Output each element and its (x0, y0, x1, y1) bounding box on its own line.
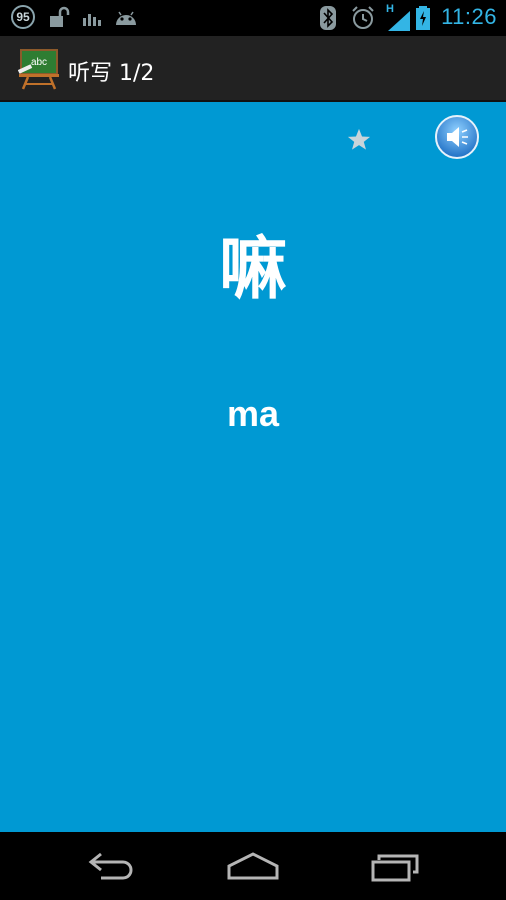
recent-apps-icon[interactable] (365, 848, 425, 884)
signal-icon: H (384, 0, 412, 36)
back-icon[interactable] (83, 848, 143, 884)
status-clock: 11:26 (441, 4, 497, 29)
pinyin-label: ma (226, 393, 280, 434)
android-icon (113, 0, 139, 36)
hanzi-character: 嘛 (218, 230, 287, 309)
flashcard-area: 嘛 ma (0, 102, 506, 832)
unlock-icon (47, 0, 71, 36)
chalkboard-abc-icon[interactable]: abc (17, 48, 60, 90)
bluetooth-icon (319, 0, 337, 36)
chart-icon (82, 0, 102, 36)
notification-count-badge: 95 (11, 5, 35, 29)
home-icon[interactable] (223, 848, 283, 884)
page-title: 听写 1/2 (68, 61, 155, 86)
status-bar: 95 H 11:26 (0, 0, 506, 36)
battery-charging-icon (414, 0, 432, 36)
alarm-icon (350, 0, 376, 36)
network-type-label: H (386, 3, 394, 15)
chalkboard-text: abc (31, 57, 47, 68)
star-icon[interactable] (345, 126, 373, 154)
action-bar: abc 听写 1/2 (0, 36, 506, 102)
speaker-icon[interactable] (434, 114, 480, 160)
navigation-bar (0, 832, 506, 900)
